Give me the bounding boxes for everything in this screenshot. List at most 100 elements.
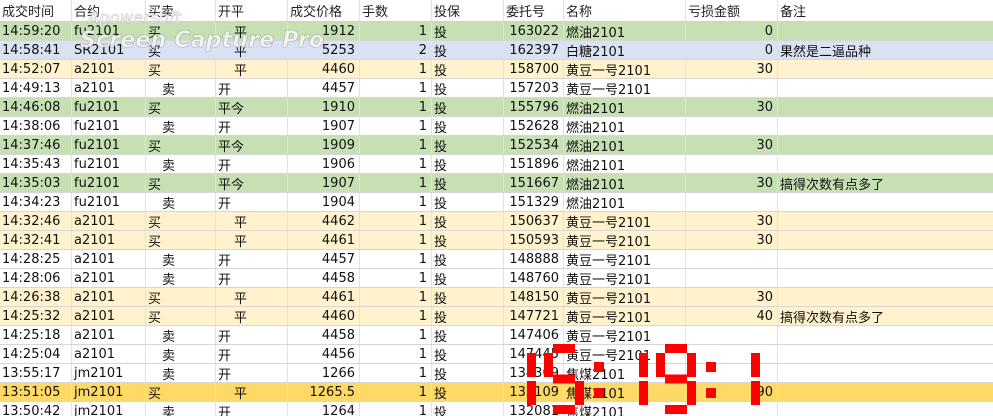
cell-open-close[interactable]: 平 <box>216 41 288 59</box>
cell-pnl[interactable]: 30 <box>686 231 778 249</box>
cell-pnl[interactable]: 30 <box>686 60 778 78</box>
cell-order[interactable]: 157203 <box>504 79 564 97</box>
cell-note[interactable] <box>778 136 993 154</box>
cell-name[interactable]: 燃油2101 <box>564 193 686 211</box>
cell-pnl[interactable]: 0 <box>686 22 778 40</box>
cell-spec[interactable]: 投 <box>432 269 504 287</box>
cell-order[interactable]: 152534 <box>504 136 564 154</box>
cell-time[interactable]: 14:49:13 <box>0 79 72 97</box>
cell-note[interactable] <box>778 402 993 416</box>
cell-price[interactable]: 5253 <box>288 41 360 59</box>
cell-note[interactable] <box>778 288 993 306</box>
cell-spec[interactable]: 投 <box>432 231 504 249</box>
cell-name[interactable]: 燃油2101 <box>564 155 686 173</box>
cell-side[interactable]: 卖 <box>146 326 216 344</box>
cell-open-close[interactable]: 平 <box>216 60 288 78</box>
cell-name[interactable]: 黄豆一号2101 <box>564 288 686 306</box>
cell-order[interactable]: 147445 <box>504 345 564 363</box>
cell-spec[interactable]: 投 <box>432 22 504 40</box>
cell-side[interactable]: 买 <box>146 136 216 154</box>
cell-pnl[interactable] <box>686 155 778 173</box>
cell-price[interactable]: 1265.5 <box>288 383 360 401</box>
cell-qty[interactable]: 1 <box>360 155 432 173</box>
cell-name[interactable]: 黄豆一号2101 <box>564 326 686 344</box>
cell-contract[interactable]: jm2101 <box>72 364 146 382</box>
cell-pnl[interactable]: 30 <box>686 98 778 116</box>
cell-spec[interactable]: 投 <box>432 212 504 230</box>
cell-price[interactable]: 4460 <box>288 307 360 325</box>
cell-time[interactable]: 14:34:23 <box>0 193 72 211</box>
cell-contract[interactable]: a2101 <box>72 345 146 363</box>
cell-open-close[interactable]: 平今 <box>216 136 288 154</box>
cell-order[interactable]: 158700 <box>504 60 564 78</box>
cell-contract[interactable]: SR2101 <box>72 41 146 59</box>
cell-order[interactable]: 162397 <box>504 41 564 59</box>
cell-open-close[interactable]: 开 <box>216 79 288 97</box>
cell-side[interactable]: 买 <box>146 174 216 192</box>
cell-spec[interactable]: 投 <box>432 383 504 401</box>
header-pnl[interactable]: 亏损金额 <box>686 0 778 21</box>
cell-time[interactable]: 13:51:05 <box>0 383 72 401</box>
cell-spec[interactable]: 投 <box>432 174 504 192</box>
cell-time[interactable]: 14:25:18 <box>0 326 72 344</box>
cell-contract[interactable]: fu2101 <box>72 22 146 40</box>
cell-order[interactable]: 147406 <box>504 326 564 344</box>
cell-side[interactable]: 卖 <box>146 402 216 416</box>
cell-price[interactable]: 4458 <box>288 269 360 287</box>
cell-qty[interactable]: 1 <box>360 345 432 363</box>
cell-side[interactable]: 买 <box>146 383 216 401</box>
cell-qty[interactable]: 1 <box>360 326 432 344</box>
cell-price[interactable]: 1906 <box>288 155 360 173</box>
cell-time[interactable]: 14:32:41 <box>0 231 72 249</box>
cell-time[interactable]: 14:35:43 <box>0 155 72 173</box>
cell-order[interactable]: 151896 <box>504 155 564 173</box>
cell-price[interactable]: 4460 <box>288 60 360 78</box>
cell-note[interactable] <box>778 98 993 116</box>
header-note[interactable]: 备注 <box>778 0 993 21</box>
cell-qty[interactable]: 1 <box>360 307 432 325</box>
cell-qty[interactable]: 1 <box>360 136 432 154</box>
cell-qty[interactable]: 1 <box>360 402 432 416</box>
cell-order[interactable]: 148150 <box>504 288 564 306</box>
cell-contract[interactable]: a2101 <box>72 79 146 97</box>
cell-note[interactable]: 搞得次数有点多了 <box>778 174 993 193</box>
cell-name[interactable]: 焦煤2101 <box>564 402 686 416</box>
cell-name[interactable]: 焦煤2101 <box>564 364 686 382</box>
cell-price[interactable]: 1266 <box>288 364 360 382</box>
cell-pnl[interactable]: 30 <box>686 174 778 192</box>
cell-open-close[interactable]: 平 <box>216 307 288 325</box>
header-name[interactable]: 名称 <box>564 0 686 21</box>
cell-price[interactable]: 4456 <box>288 345 360 363</box>
cell-open-close[interactable]: 开 <box>216 326 288 344</box>
cell-note[interactable] <box>778 212 993 230</box>
cell-open-close[interactable]: 平 <box>216 383 288 401</box>
cell-pnl[interactable]: 0 <box>686 41 778 59</box>
cell-spec[interactable]: 投 <box>432 79 504 97</box>
cell-note[interactable] <box>778 345 993 363</box>
cell-name[interactable]: 燃油2101 <box>564 136 686 154</box>
cell-order[interactable]: 132081 <box>504 402 564 416</box>
cell-order[interactable]: 150637 <box>504 212 564 230</box>
cell-time[interactable]: 14:37:46 <box>0 136 72 154</box>
cell-open-close[interactable]: 开 <box>216 155 288 173</box>
cell-pnl[interactable] <box>686 79 778 97</box>
cell-contract[interactable]: fu2101 <box>72 174 146 192</box>
cell-name[interactable]: 黄豆一号2101 <box>564 212 686 230</box>
cell-time[interactable]: 14:25:32 <box>0 307 72 325</box>
header-contract[interactable]: 合约 <box>72 0 146 21</box>
cell-pnl[interactable] <box>686 345 778 363</box>
cell-open-close[interactable]: 开 <box>216 345 288 363</box>
cell-note[interactable] <box>778 155 993 173</box>
cell-price[interactable]: 4462 <box>288 212 360 230</box>
cell-qty[interactable]: 1 <box>360 212 432 230</box>
cell-price[interactable]: 1910 <box>288 98 360 116</box>
cell-name[interactable]: 黄豆一号2101 <box>564 231 686 249</box>
cell-qty[interactable]: 1 <box>360 250 432 268</box>
cell-side[interactable]: 卖 <box>146 79 216 97</box>
cell-contract[interactable]: a2101 <box>72 212 146 230</box>
cell-open-close[interactable]: 开 <box>216 250 288 268</box>
cell-order[interactable]: 152628 <box>504 117 564 135</box>
cell-name[interactable]: 燃油2101 <box>564 22 686 40</box>
cell-note[interactable] <box>778 364 993 382</box>
cell-order[interactable]: 151329 <box>504 193 564 211</box>
